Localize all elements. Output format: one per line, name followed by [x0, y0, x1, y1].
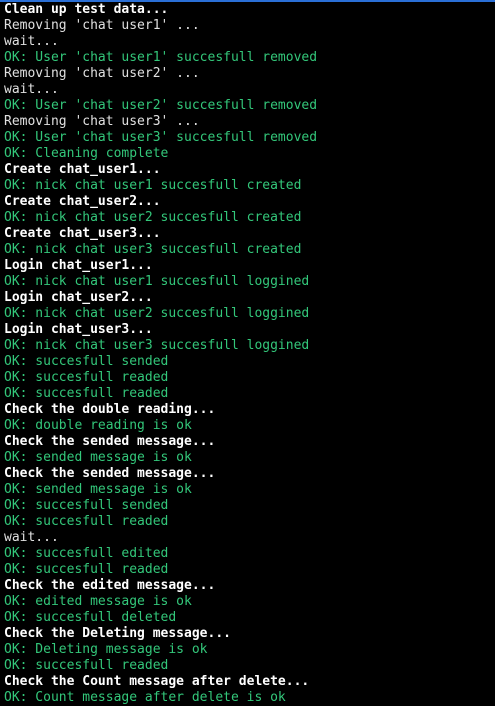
- terminal-heading-line: Clean up test data...: [4, 2, 169, 17]
- terminal-ok-line: OK: nick chat user1 succesfull created: [4, 178, 302, 193]
- terminal-text-line: wait...: [4, 530, 59, 545]
- terminal-ok-line: OK: nick chat user2 succesfull loggined: [4, 306, 310, 321]
- terminal-text-line: Removing 'chat user3' ...: [4, 114, 200, 129]
- terminal-heading-line: Create chat_user3...: [4, 226, 161, 241]
- terminal-heading-line: Check the edited message...: [4, 578, 216, 593]
- terminal-output[interactable]: Clean up test data... Removing 'chat user…: [0, 0, 495, 706]
- terminal-ok-line: OK: succesfull readed: [4, 658, 169, 673]
- terminal-heading-line: Check the sended message...: [4, 466, 216, 481]
- terminal-ok-line: OK: nick chat user3 succesfull created: [4, 242, 302, 257]
- terminal-ok-line: OK: nick chat user1 succesfull loggined: [4, 274, 310, 289]
- terminal-ok-line: OK: succesfull sended: [4, 354, 169, 369]
- terminal-ok-line: OK: succesfull deleted: [4, 610, 177, 625]
- terminal-ok-line: OK: edited message is ok: [4, 594, 192, 609]
- terminal-heading-line: Check the Deleting message...: [4, 626, 231, 641]
- terminal-ok-line: OK: double reading is ok: [4, 418, 192, 433]
- terminal-heading-line: Login chat_user1...: [4, 258, 153, 273]
- terminal-ok-line: OK: succesfull edited: [4, 546, 169, 561]
- terminal-heading-line: Check the Count message after delete...: [4, 674, 310, 689]
- terminal-heading-line: Create chat_user2...: [4, 194, 161, 209]
- terminal-text-line: wait...: [4, 82, 59, 97]
- terminal-ok-line: OK: User 'chat user2' succesfull removed: [4, 98, 318, 113]
- terminal-ok-line: OK: Cleaning complete: [4, 146, 169, 161]
- terminal-heading-line: Login chat_user3...: [4, 322, 153, 337]
- terminal-ok-line: OK: User 'chat user3' succesfull removed: [4, 130, 318, 145]
- terminal-ok-line: OK: nick chat user2 succesfull created: [4, 210, 302, 225]
- terminal-ok-line: OK: Count message after delete is ok: [4, 690, 286, 705]
- terminal-ok-line: OK: succesfull readed: [4, 562, 169, 577]
- window-top-accent: [0, 0, 495, 2]
- terminal-ok-line: OK: succesfull readed: [4, 386, 169, 401]
- terminal-heading-line: Check the sended message...: [4, 434, 216, 449]
- terminal-ok-line: OK: succesfull readed: [4, 370, 169, 385]
- terminal-text-line: Removing 'chat user1' ...: [4, 18, 200, 33]
- terminal-ok-line: OK: succesfull readed: [4, 514, 169, 529]
- terminal-heading-line: Create chat_user1...: [4, 162, 161, 177]
- terminal-text-line: Removing 'chat user2' ...: [4, 66, 200, 81]
- terminal-heading-line: Check the double reading...: [4, 402, 216, 417]
- terminal-heading-line: Login chat_user2...: [4, 290, 153, 305]
- terminal-ok-line: OK: nick chat user3 succesfull loggined: [4, 338, 310, 353]
- terminal-text-line: wait...: [4, 34, 59, 49]
- terminal-ok-line: OK: User 'chat user1' succesfull removed: [4, 50, 318, 65]
- terminal-ok-line: OK: succesfull sended: [4, 498, 169, 513]
- terminal-ok-line: OK: Deleting message is ok: [4, 642, 208, 657]
- terminal-ok-line: OK: sended message is ok: [4, 450, 192, 465]
- terminal-ok-line: OK: sended message is ok: [4, 482, 192, 497]
